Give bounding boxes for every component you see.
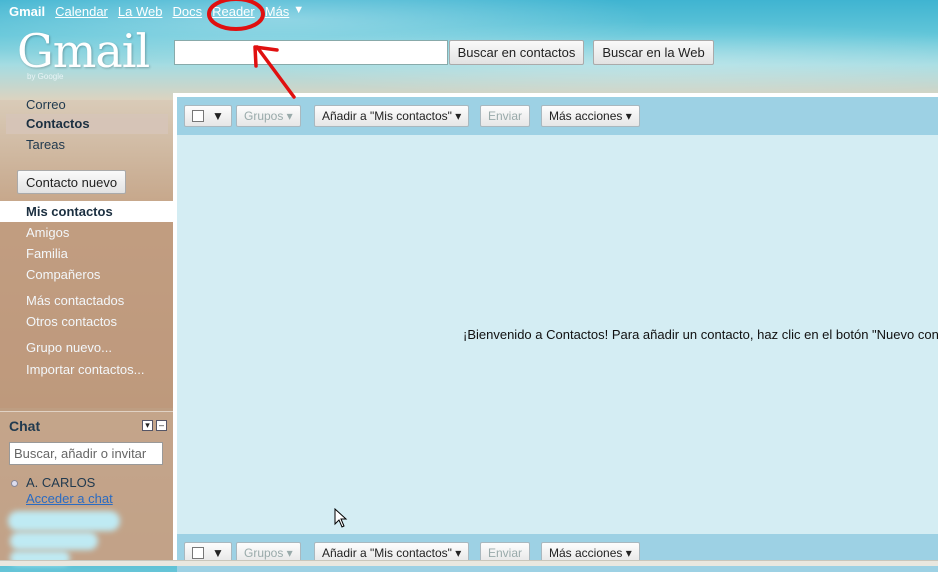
browser-status-bar (0, 560, 938, 566)
nav-more[interactable]: Más (265, 4, 290, 22)
search-contacts-button[interactable]: Buscar en contactos (449, 40, 584, 65)
search-input[interactable] (174, 40, 448, 65)
checkbox-icon[interactable] (192, 547, 204, 559)
chat-access-link[interactable]: Acceder a chat (26, 491, 113, 506)
nav-reader[interactable]: Reader (212, 4, 255, 22)
new-contact-button[interactable]: Contacto nuevo (17, 170, 127, 194)
mouse-cursor-icon (334, 508, 348, 528)
select-checkbox-dropdown[interactable]: ▼ (184, 105, 232, 127)
sidebar-item-mail[interactable]: Correo (26, 97, 66, 112)
nav-gmail[interactable]: Gmail (9, 4, 45, 22)
chat-minimize-icon[interactable]: – (156, 420, 167, 431)
nav-web[interactable]: La Web (118, 4, 163, 22)
chevron-down-icon: ▼ (212, 546, 224, 560)
sidebar-item-contacts[interactable]: Contactos (6, 114, 168, 134)
chevron-down-icon: ▼ (212, 109, 224, 123)
search-web-button[interactable]: Buscar en la Web (593, 40, 714, 65)
welcome-message: ¡Bienvenido a Contactos! Para añadir un … (463, 327, 938, 342)
send-button[interactable]: Enviar (480, 105, 531, 127)
gmail-logo[interactable]: Gmail by Google (17, 24, 150, 86)
redacted-contact (10, 532, 98, 550)
group-other-contacts[interactable]: Otros contactos (26, 314, 117, 329)
groups-button[interactable]: Grupos ▾ (236, 105, 301, 127)
sidebar-item-tasks[interactable]: Tareas (26, 137, 65, 152)
checkbox-icon[interactable] (192, 110, 204, 122)
chat-options-icon[interactable]: ▾ (142, 420, 153, 431)
new-group-link[interactable]: Grupo nuevo... (26, 340, 112, 355)
group-family[interactable]: Familia (26, 246, 68, 261)
chevron-down-icon[interactable]: ▼ (293, 4, 304, 22)
logo-by-google: by Google (27, 72, 64, 81)
import-contacts-link[interactable]: Importar contactos... (26, 362, 145, 377)
contacts-toolbar-bottom: ▼ Grupos ▾ Añadir a "Mis contactos" ▾ En… (177, 534, 938, 572)
nav-calendar[interactable]: Calendar (55, 4, 108, 22)
chat-search-input[interactable] (9, 442, 163, 465)
group-friends[interactable]: Amigos (26, 225, 69, 240)
group-coworkers[interactable]: Compañeros (26, 267, 100, 282)
contacts-toolbar-top: ▼ Grupos ▾ Añadir a "Mis contactos" ▾ En… (177, 97, 938, 135)
contacts-main: ▼ Grupos ▾ Añadir a "Mis contactos" ▾ En… (177, 97, 938, 572)
group-most-contacted[interactable]: Más contactados (26, 293, 124, 308)
chat-panel: Chat ▾ – A. CARLOS Acceder a chat (0, 411, 173, 566)
logo-wordmark: Gmail (17, 24, 150, 78)
add-to-my-contacts-button[interactable]: Añadir a "Mis contactos" ▾ (314, 105, 470, 127)
status-icon (11, 480, 18, 487)
more-actions-button[interactable]: Más acciones ▾ (541, 105, 640, 127)
redacted-contact (8, 511, 120, 531)
top-navigation: Gmail Calendar La Web Docs Reader Más ▼ (9, 4, 304, 22)
group-my-contacts[interactable]: Mis contactos (0, 201, 173, 222)
chat-buddy-name[interactable]: A. CARLOS (26, 475, 95, 490)
nav-docs[interactable]: Docs (172, 4, 202, 22)
chat-title: Chat (9, 418, 41, 434)
